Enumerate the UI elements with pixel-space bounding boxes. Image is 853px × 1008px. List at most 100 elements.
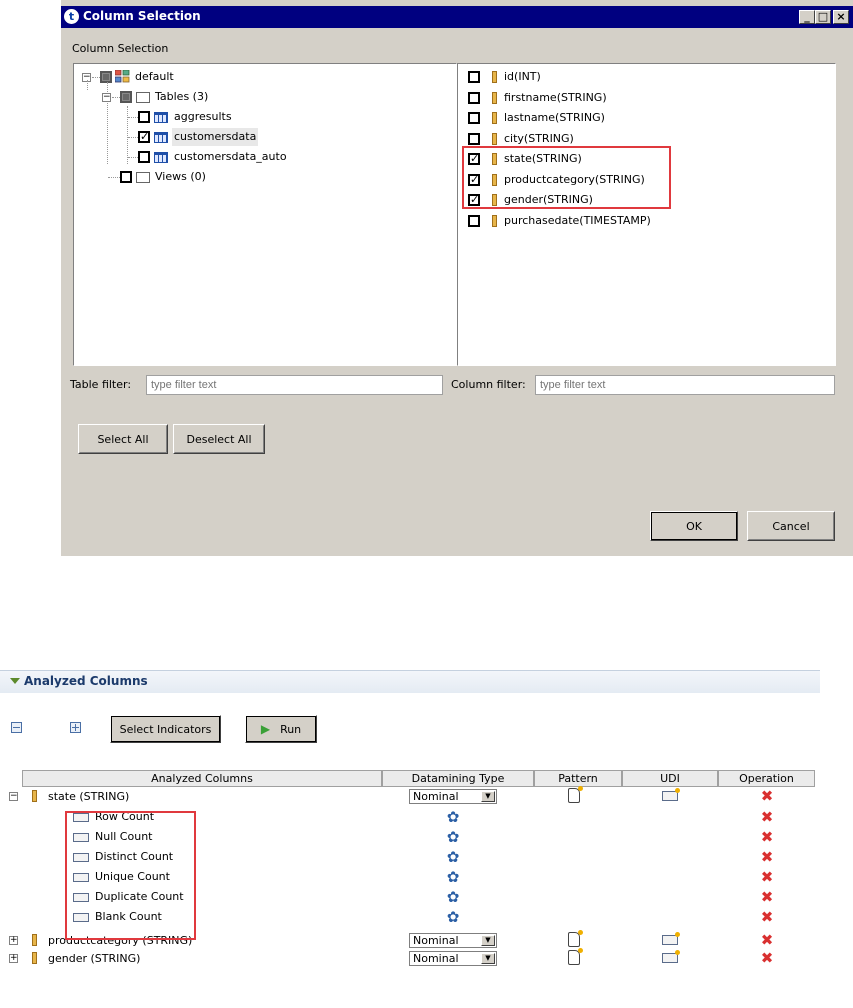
delete-icon[interactable]: ✖ [760,810,774,825]
column-icon [32,934,37,946]
delete-icon[interactable]: ✖ [760,910,774,925]
column-label: id(INT) [504,70,541,83]
select-indicators-button[interactable]: Select Indicators [110,715,221,743]
expand-icon[interactable]: + [9,954,18,963]
delete-icon[interactable]: ✖ [760,951,774,966]
pattern-icon[interactable] [568,948,583,965]
header-datamining-type[interactable]: Datamining Type [382,770,534,787]
datamining-type-value: Nominal [413,790,459,803]
column-label: firstname(STRING) [504,90,607,104]
cancel-button[interactable]: Cancel [747,511,835,541]
column-checkbox[interactable] [468,132,480,145]
column-item[interactable]: purchasedate(TIMESTAMP) [464,212,824,230]
delete-icon[interactable]: ✖ [760,830,774,845]
cancel-label: Cancel [772,519,810,533]
maximize-button[interactable]: □ [815,10,831,24]
database-icon [114,69,131,83]
column-item[interactable]: id(INT) [464,68,824,86]
checkbox-aggresults[interactable] [138,111,150,123]
tree-node-table[interactable]: ✓ customersdata [78,128,378,146]
deselect-all-button[interactable]: Deselect All [173,424,265,454]
expand-icon[interactable]: + [9,936,18,945]
udi-icon[interactable] [662,950,680,963]
expand-arrow-icon[interactable] [10,678,20,684]
column-label: lastname(STRING) [504,111,605,124]
tree-label-table: aggresults [174,110,232,123]
udi-icon[interactable] [662,932,680,945]
datamining-type-value: Nominal [413,952,459,965]
delete-icon[interactable]: ✖ [760,890,774,905]
column-item[interactable]: lastname(STRING) [464,109,824,127]
column-icon [32,952,37,964]
datamining-type-select[interactable]: Nominal ▼ [409,951,497,966]
dropdown-arrow-icon[interactable]: ▼ [481,935,495,946]
tree-node-default[interactable]: − default [78,68,378,86]
deselect-all-label: Deselect All [186,432,252,446]
table-icon [154,132,168,143]
checkbox-customersdata[interactable]: ✓ [138,131,150,143]
datamining-type-select[interactable]: Nominal ▼ [409,933,497,948]
delete-icon[interactable]: ✖ [760,870,774,885]
tree-node-table[interactable]: aggresults [78,108,378,126]
gear-icon[interactable]: ✿ [446,890,460,905]
dropdown-arrow-icon[interactable]: ▼ [481,791,495,802]
column-label: city(STRING) [504,131,574,145]
title-bar[interactable]: t Column Selection _ □ × [61,6,853,28]
column-checkbox[interactable] [468,214,480,227]
header-udi[interactable]: UDI [622,770,718,787]
column-name: state (STRING) [48,790,130,803]
gear-icon[interactable]: ✿ [446,850,460,865]
checkbox-default[interactable] [100,71,112,83]
column-label: purchasedate(TIMESTAMP) [504,213,651,227]
header-pattern[interactable]: Pattern [534,770,622,787]
column-icon [492,132,497,145]
delete-icon[interactable]: ✖ [760,789,774,804]
collapse-icon[interactable]: − [102,93,111,102]
gear-icon[interactable]: ✿ [446,830,460,845]
udi-icon[interactable] [662,788,680,801]
checkbox-views[interactable] [120,171,132,183]
table-filter-input[interactable] [146,375,443,395]
column-item[interactable]: city(STRING) [464,130,824,148]
checkbox-tables[interactable] [120,91,132,103]
select-all-button[interactable]: Select All [78,424,168,454]
tree-node-tables[interactable]: − Tables (3) [78,88,378,106]
ok-button[interactable]: OK [650,511,738,541]
analyzed-column-row[interactable]: − state (STRING) Nominal ▼ ✖ [0,786,815,807]
column-list-panel[interactable]: id(INT) firstname(STRING) lastname(STRING)… [457,63,836,366]
column-checkbox[interactable] [468,112,480,124]
tree-node-table[interactable]: customersdata_auto [78,148,378,166]
collapse-icon[interactable]: − [9,792,18,801]
gear-icon[interactable]: ✿ [446,870,460,885]
minimize-button[interactable]: _ [799,10,815,24]
pattern-icon[interactable] [568,930,583,947]
tree-node-views[interactable]: Views (0) [78,168,378,186]
section-label: Column Selection [72,42,169,55]
dialog-title: Column Selection [83,9,201,23]
column-checkbox[interactable] [468,71,480,83]
column-item[interactable]: firstname(STRING) [464,89,824,107]
table-filter-label: Table filter: [70,378,132,391]
section-title: Analyzed Columns [24,674,148,688]
select-all-label: Select All [97,432,149,446]
column-selection-dialog: t Column Selection _ □ × Column Selectio… [61,0,853,556]
pattern-icon[interactable] [568,786,583,803]
gear-icon[interactable]: ✿ [446,910,460,925]
dropdown-arrow-icon[interactable]: ▼ [481,953,495,964]
analyzed-column-row[interactable]: + gender (STRING) Nominal ▼ ✖ [0,948,815,969]
delete-icon[interactable]: ✖ [760,850,774,865]
run-button[interactable]: ▶ Run [245,715,317,743]
checkbox-customersdata-auto[interactable] [138,151,150,163]
header-operation[interactable]: Operation [718,770,815,787]
analyzed-columns-header[interactable]: Analyzed Columns [0,670,820,693]
select-indicators-label: Select Indicators [119,722,212,736]
column-checkbox[interactable] [468,91,480,104]
column-filter-input[interactable] [535,375,835,395]
collapse-all-icon-bar [13,727,20,728]
gear-icon[interactable]: ✿ [446,810,460,825]
table-tree-panel[interactable]: − default − Tables (3) aggresults ✓ cust… [73,63,457,366]
datamining-type-select[interactable]: Nominal ▼ [409,789,497,804]
header-analyzed-columns[interactable]: Analyzed Columns [22,770,382,787]
delete-icon[interactable]: ✖ [760,933,774,948]
close-button[interactable]: × [833,10,849,24]
